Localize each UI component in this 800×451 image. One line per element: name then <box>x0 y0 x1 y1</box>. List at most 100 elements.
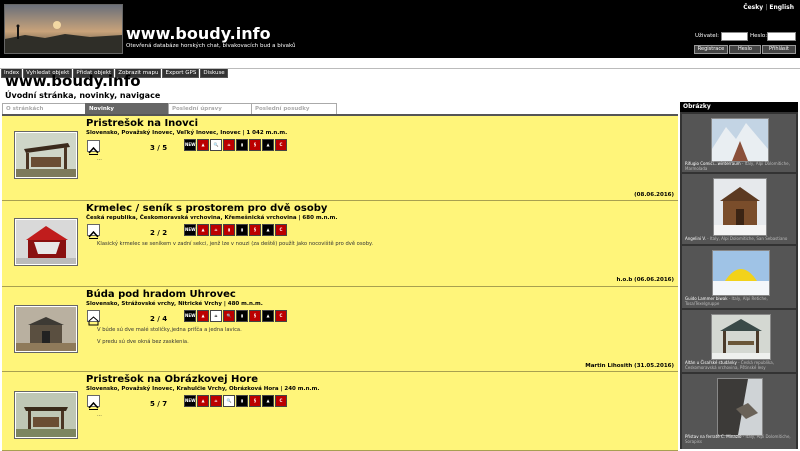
sidebar-caption-location: - Italy, Alpi Dolomitiche, San Sebastian… <box>705 236 788 241</box>
entry-pager[interactable]: 2 / 2 <box>150 229 167 237</box>
entry-pager[interactable]: 3 / 5 <box>150 144 167 152</box>
password-button[interactable]: Heslo <box>729 45 761 54</box>
entry-badges: NEW ▲ ⌂ ▮ ▮ § ▲ C <box>184 224 287 236</box>
entry-description: V predu sú dve okná bez zasklenia. <box>97 339 189 345</box>
shelter-type-icon <box>87 140 100 155</box>
sidebar-thumbnail[interactable] <box>711 118 769 162</box>
water-icon: ▮ <box>223 224 235 236</box>
entry-title[interactable]: Krmelec / seník s prostorem pro dvě osob… <box>86 203 327 214</box>
language-switch: Česky | English <box>743 4 794 11</box>
search-icon: 🔍 <box>223 395 235 407</box>
door-icon: ▮ <box>236 310 248 322</box>
tab-recent-reviews[interactable]: Poslední posudky <box>251 103 337 114</box>
nav-forum[interactable]: Diskuse <box>200 68 228 78</box>
password-label: Heslo: <box>750 33 768 39</box>
entry-title[interactable]: Pristrešok na Obrázkovej Hore <box>86 374 258 385</box>
user-input[interactable] <box>721 32 748 41</box>
shelter-type-icon <box>87 224 100 239</box>
entry-title[interactable]: Búda pod hradom Uhrovec <box>86 289 236 300</box>
site-name[interactable]: www.boudy.info <box>126 24 271 43</box>
entry-title[interactable]: Pristrešok na Inovci <box>86 118 198 129</box>
register-button[interactable]: Registrace <box>694 45 728 54</box>
entry-footer: (08.06.2016) <box>634 192 674 198</box>
door-icon: ▮ <box>236 395 248 407</box>
house-icon: ⌂ <box>210 310 222 322</box>
entry-description: ... <box>97 412 102 418</box>
news-entry: Pristrešok na Obrázkovej Hore Slovensko,… <box>2 372 678 451</box>
entry-badges: NEW ▲ ⌂ 🔍 ▮ § ▲ C <box>184 310 287 322</box>
sidebar-image-item[interactable]: Přístav na ferratě C. Minazio - Italy, A… <box>682 374 796 449</box>
door-icon: ▮ <box>236 224 248 236</box>
hut-type-icon <box>87 310 100 326</box>
sidebar-caption: Altán u Čisařské studánky - Česká republ… <box>685 360 797 370</box>
sidebar-caption: Guido Lammer biwak - Italy, Alpi Retiche… <box>685 296 797 306</box>
warning-icon: ▲ <box>197 224 209 236</box>
entry-thumbnail[interactable] <box>14 218 78 266</box>
entry-thumbnail[interactable] <box>14 131 78 179</box>
entry-description: V búde sú dve malé stoličky,jedna priťča… <box>97 327 242 333</box>
page-subtitle: Úvodní stránka, novinky, navigace <box>5 91 161 100</box>
sidebar-image-item[interactable]: Angelini V. - Italy, Alpi Dolomitiche, S… <box>682 174 796 244</box>
site-header: www.boudy.info Otevřená databáze horskýc… <box>0 0 800 58</box>
tab-news[interactable]: Novinky <box>85 103 171 114</box>
news-entry: Krmelec / seník s prostorem pro dvě osob… <box>2 201 678 287</box>
new-badge-icon: NEW <box>184 139 196 151</box>
sidebar-thumbnail[interactable] <box>711 314 771 360</box>
nav-export[interactable]: Export GPS <box>162 68 200 78</box>
tab-about[interactable]: O stránkách <box>2 103 88 114</box>
login-button[interactable]: Přihlásit <box>762 45 796 54</box>
paragraph-icon: § <box>249 395 261 407</box>
sidebar-thumbnail[interactable] <box>713 178 767 236</box>
fire-icon: ⌂ <box>210 224 222 236</box>
warning-icon: ▲ <box>197 395 209 407</box>
paragraph-icon: § <box>249 310 261 322</box>
entry-location: Slovensko, Považský Inovec, Krahulčie Vr… <box>86 386 320 392</box>
entry-footer: h.o.b (06.06.2016) <box>616 277 674 283</box>
shelter-type-icon <box>87 395 100 410</box>
entry-location: Slovensko, Strážovské vrchy, Nitrické Vr… <box>86 301 263 307</box>
sidebar-images: Obrázky Rifugio Comici...winterraum - It… <box>680 102 798 449</box>
entry-badges: NEW ▲ 🔍 ⌂ ▮ § ▲ C <box>184 139 287 151</box>
paragraph-icon: § <box>249 224 261 236</box>
sidebar-caption: Přístav na ferratě C. Minazio - Italy, A… <box>685 434 797 444</box>
sidebar-caption-name[interactable]: Angelini V. <box>685 236 706 241</box>
door-icon: ▮ <box>236 139 248 151</box>
mountain-icon: ▲ <box>262 395 274 407</box>
news-feed: Pristrešok na Inovci Slovensko, Považský… <box>2 116 678 451</box>
paragraph-icon: § <box>249 139 261 151</box>
sidebar-image-item[interactable]: Altán u Čisařské studánky - Česká republ… <box>682 310 796 372</box>
copyright-icon: C <box>275 310 287 322</box>
entry-pager[interactable]: 5 / 7 <box>150 400 167 408</box>
sidebar-image-item[interactable]: Guido Lammer biwak - Italy, Alpi Retiche… <box>682 246 796 308</box>
tool-icon: 🔍 <box>223 310 235 322</box>
new-badge-icon: NEW <box>184 395 196 407</box>
sidebar-caption: Angelini V. - Italy, Alpi Dolomitiche, S… <box>685 236 797 241</box>
sidebar-caption: Rifugio Comici...winterraum - Italy, Alp… <box>685 161 797 171</box>
search-icon: 🔍 <box>210 139 222 151</box>
fire-icon: ⌂ <box>210 395 222 407</box>
entry-badges: NEW ▲ ⌂ 🔍 ▮ § ▲ C <box>184 395 287 407</box>
entry-thumbnail[interactable] <box>14 391 78 439</box>
entry-thumbnail[interactable] <box>14 305 78 353</box>
lang-czech-link[interactable]: Česky <box>743 4 763 11</box>
site-tagline: Otevřená databáze horských chat, bivakov… <box>126 43 296 49</box>
entry-pager[interactable]: 2 / 4 <box>150 315 167 323</box>
tab-recent-edits[interactable]: Poslední úpravy <box>168 103 254 114</box>
mountain-icon: ▲ <box>262 224 274 236</box>
sidebar-thumbnail[interactable] <box>712 250 770 296</box>
warning-icon: ▲ <box>197 310 209 322</box>
news-entry: Búda pod hradom Uhrovec Slovensko, Stráž… <box>2 287 678 372</box>
copyright-icon: C <box>275 139 287 151</box>
copyright-icon: C <box>275 224 287 236</box>
entry-description: ... <box>97 156 102 162</box>
new-badge-icon: NEW <box>184 310 196 322</box>
password-input[interactable] <box>767 32 796 41</box>
house-icon: ⌂ <box>223 139 235 151</box>
entry-footer: Martin Lihosith (31.05.2016) <box>585 363 674 369</box>
sidebar-image-item[interactable]: Rifugio Comici...winterraum - Italy, Alp… <box>682 114 796 172</box>
entry-location: Česká republika, Českomoravská vrchovina… <box>86 215 338 221</box>
page-title: www.boudy.info <box>5 72 141 90</box>
lang-english-link[interactable]: English <box>769 4 794 11</box>
header-divider <box>0 68 800 69</box>
sidebar-thumbnail[interactable] <box>717 378 763 436</box>
